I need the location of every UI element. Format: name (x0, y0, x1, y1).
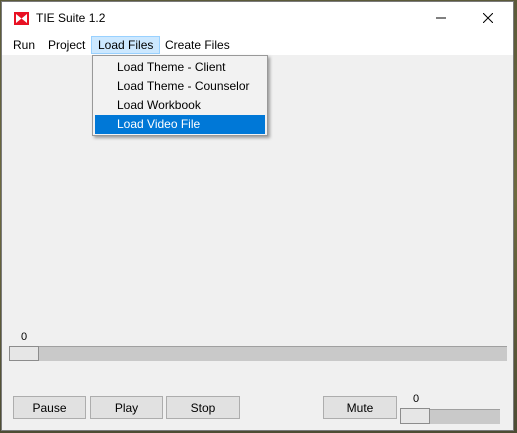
app-window: TIE Suite 1.2 Run Project Load Files Cre… (1, 1, 514, 431)
volume-slider-thumb[interactable] (400, 408, 430, 424)
pause-button[interactable]: Pause (13, 396, 86, 419)
volume-value-label: 0 (413, 393, 420, 405)
menu-project[interactable]: Project (42, 36, 91, 54)
position-value-label: 0 (21, 331, 28, 343)
position-slider-thumb[interactable] (9, 346, 39, 361)
play-button[interactable]: Play (90, 396, 163, 419)
window-title: TIE Suite 1.2 (36, 11, 106, 25)
menu-item-load-workbook[interactable]: Load Workbook (95, 96, 265, 115)
maximize-button[interactable] (421, 2, 467, 34)
mute-button[interactable]: Mute (323, 396, 397, 419)
app-icon (14, 12, 29, 25)
position-slider-track[interactable] (9, 346, 507, 361)
menu-item-load-theme-counselor[interactable]: Load Theme - Counselor (95, 77, 265, 96)
stop-button[interactable]: Stop (166, 396, 240, 419)
load-files-dropdown: Load Theme - Client Load Theme - Counsel… (92, 55, 268, 136)
menu-create-files[interactable]: Create Files (159, 36, 236, 54)
close-icon (483, 13, 493, 23)
menu-item-load-video-file[interactable]: Load Video File (95, 115, 265, 134)
menu-bar: Run Project Load Files Create Files (2, 34, 513, 55)
menu-load-files[interactable]: Load Files (91, 36, 161, 54)
menu-run[interactable]: Run (7, 36, 41, 54)
title-bar[interactable]: TIE Suite 1.2 (2, 2, 513, 34)
menu-item-load-theme-client[interactable]: Load Theme - Client (95, 58, 265, 77)
close-button[interactable] (465, 2, 511, 34)
